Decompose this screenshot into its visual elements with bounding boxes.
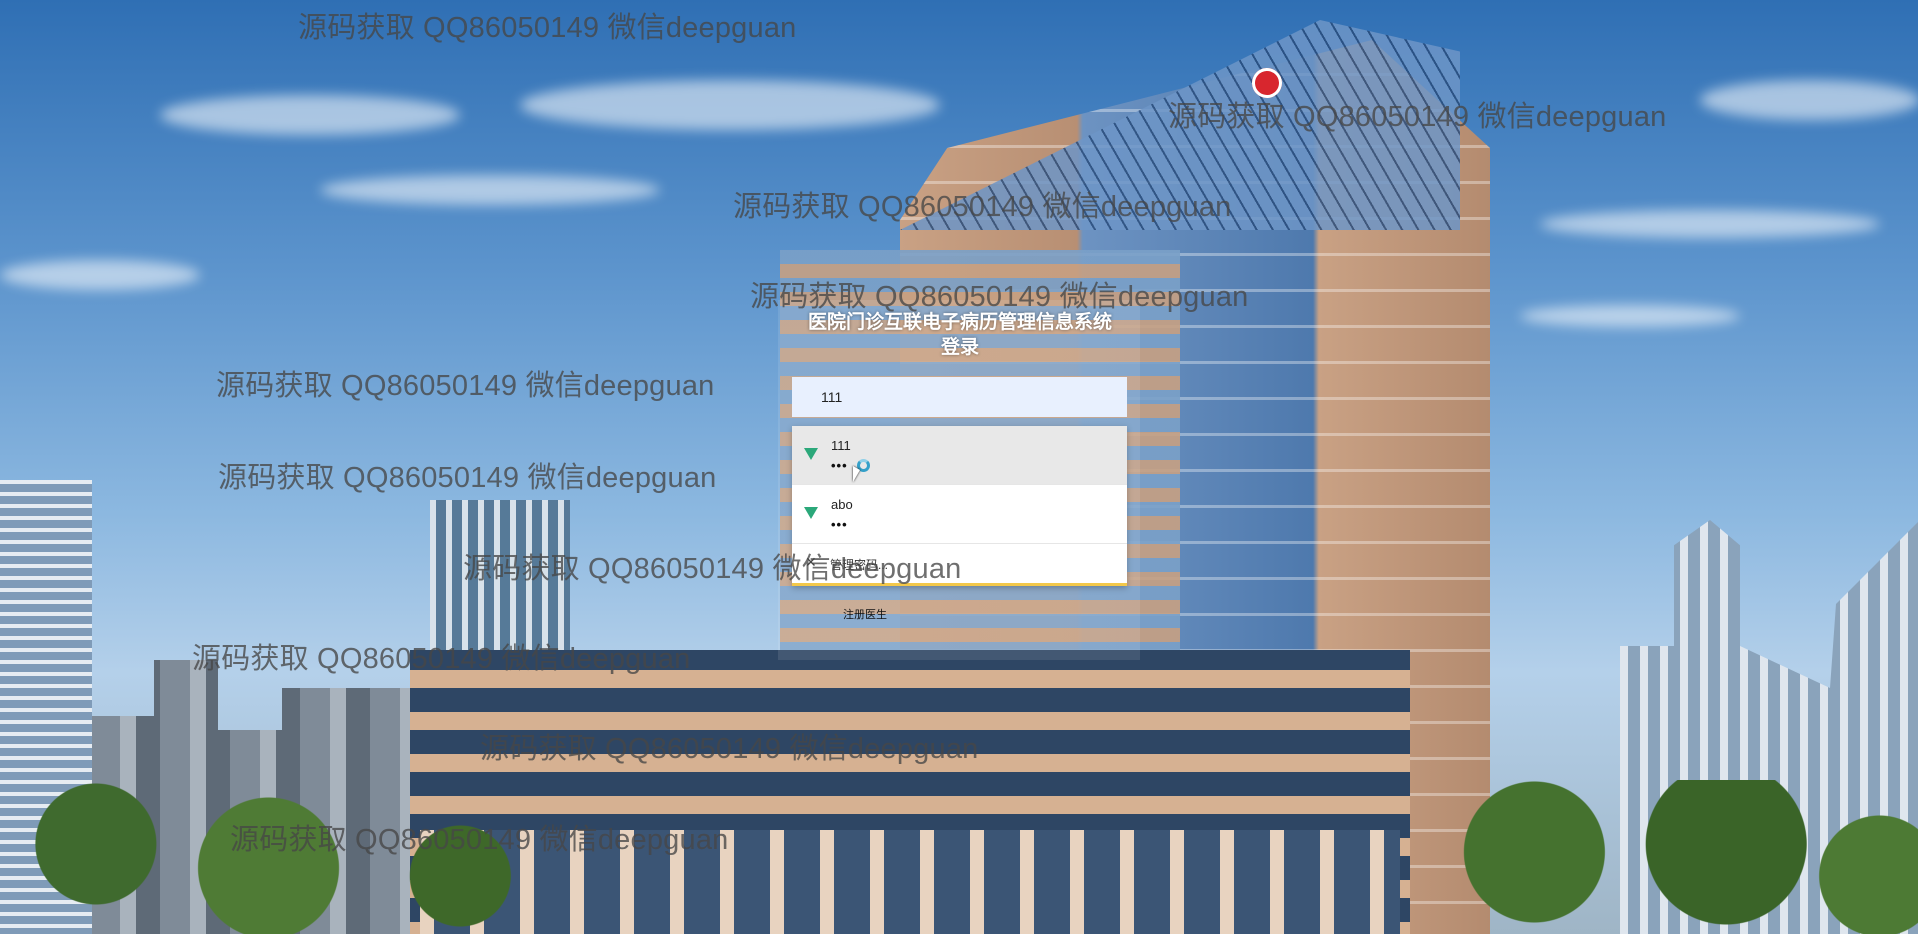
username-input[interactable] [792, 377, 1127, 417]
watermark-text: 源码获取 QQ86050149 微信deepguan [480, 733, 979, 765]
watermark-text: 源码获取 QQ86050149 微信deepguan [1168, 101, 1667, 133]
register-doctor-link[interactable]: 注册医生 [843, 606, 887, 622]
watermark-text: 源码获取 QQ86050149 微信deepguan [298, 12, 797, 44]
watermark-text: 源码获取 QQ86050149 微信deepguan [750, 281, 1249, 313]
watermark-text: 源码获取 QQ86050149 微信deepguan [218, 462, 717, 494]
login-subtitle: 登录 [940, 337, 979, 358]
watermark-text: 源码获取 QQ86050149 微信deepguan [230, 824, 729, 856]
mouse-cursor-icon [853, 466, 860, 482]
autofill-suggestion[interactable]: abo ••• [792, 485, 1127, 544]
watermark-text: 源码获取 QQ86050149 微信deepguan [192, 643, 691, 675]
suggestion-username: abo [831, 497, 853, 512]
suggestion-username: 111 [831, 438, 851, 453]
suggestion-password: ••• [831, 517, 848, 532]
autofill-suggestion[interactable]: 111 ••• [792, 426, 1127, 485]
watermark-text: 源码获取 QQ86050149 微信deepguan [733, 191, 1232, 223]
page-title: 医院门诊互联电子病历管理信息系统 登录 [790, 310, 1130, 360]
key-icon [804, 507, 818, 519]
watermark-text: 源码获取 QQ86050149 微信deepguan [216, 370, 715, 402]
key-icon [804, 448, 818, 460]
suggestion-password: ••• [831, 458, 848, 473]
watermark-text: 源码获取 QQ86050149 微信deepguan [463, 553, 962, 585]
